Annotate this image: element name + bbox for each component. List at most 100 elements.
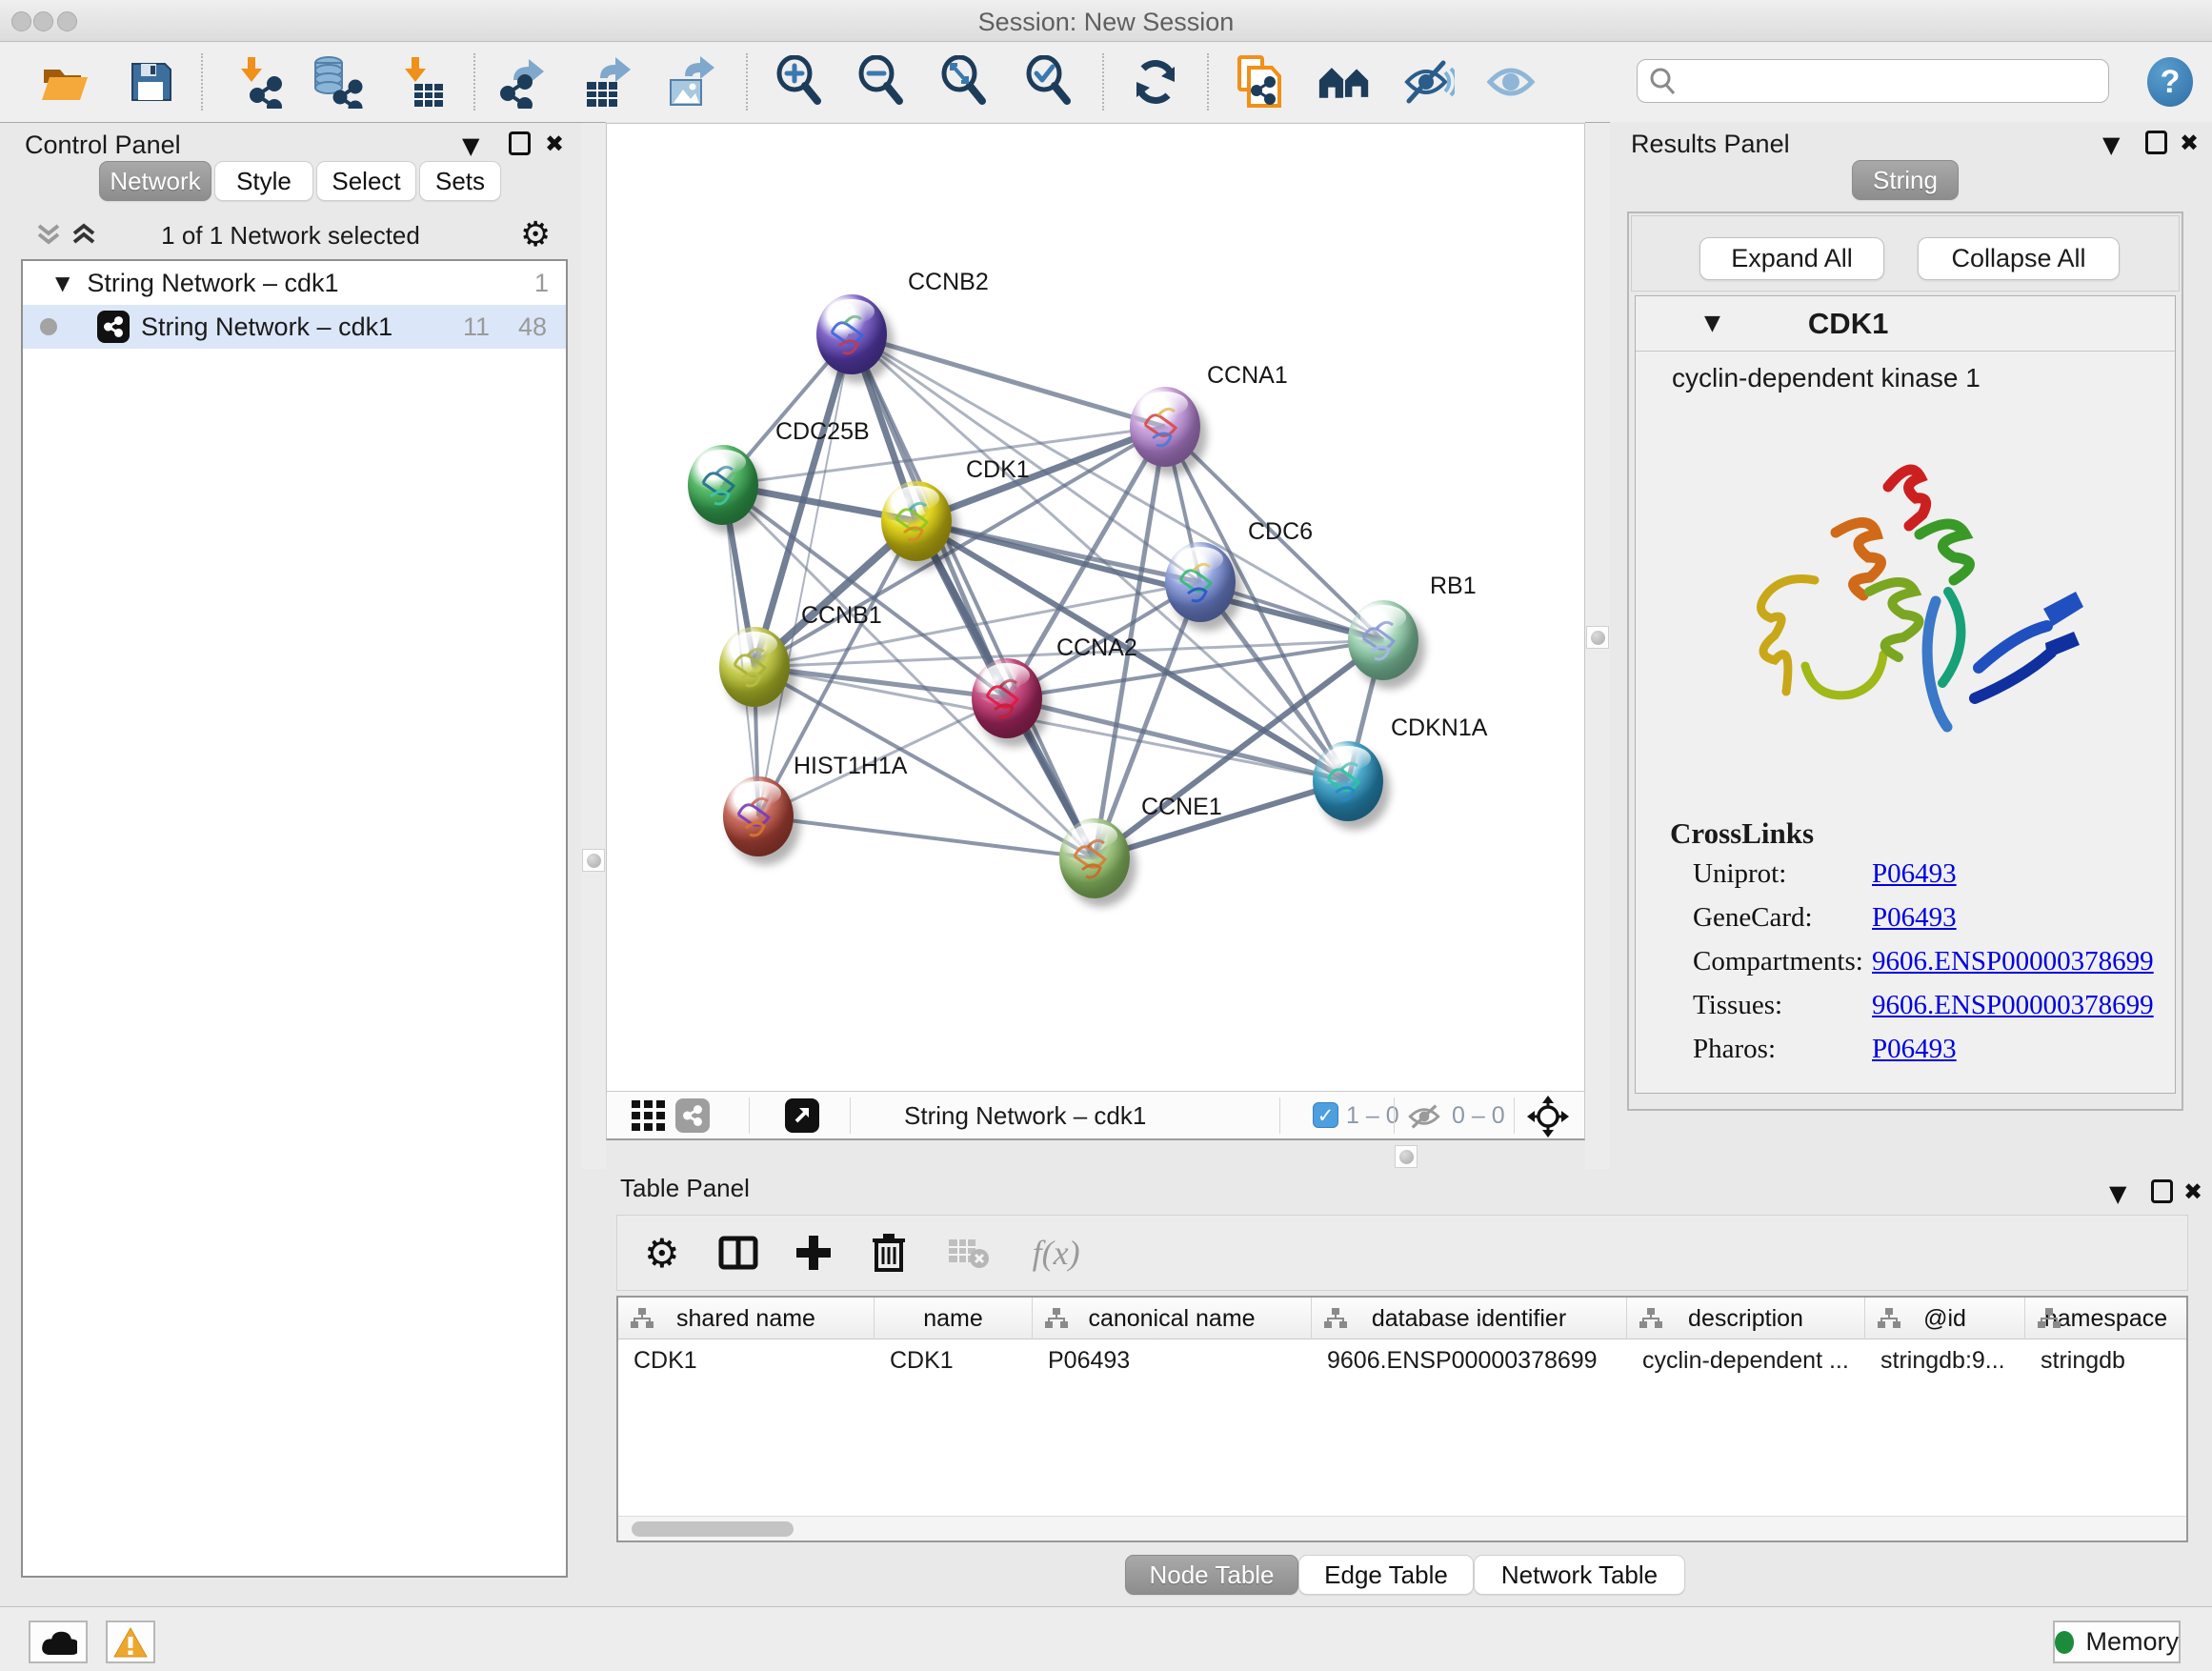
tab-string[interactable]: String (1852, 160, 1959, 200)
network-node-CDK1[interactable] (881, 481, 952, 561)
network-node-HIST1H1A[interactable] (723, 776, 794, 856)
column-header-namespace[interactable]: namespace (2025, 1298, 2186, 1339)
network-edge-count: 48 (518, 312, 547, 342)
search-field[interactable] (1637, 59, 2109, 103)
search-input[interactable] (1678, 68, 2087, 94)
hide-selected-button[interactable] (1401, 55, 1455, 109)
open-session-button[interactable] (38, 55, 91, 109)
right-splitter[interactable] (1585, 123, 1610, 1169)
delete-table-icon[interactable] (947, 1236, 991, 1270)
left-splitter[interactable] (581, 123, 606, 1169)
network-node-CCNB2[interactable] (816, 294, 887, 374)
scrollbar-thumb[interactable] (632, 1521, 794, 1537)
control-panel-close-icon[interactable]: ✖ (545, 131, 564, 157)
table-panel-menu-icon[interactable]: ▼ (2109, 1180, 2126, 1207)
column-header-description[interactable]: description (1627, 1298, 1865, 1339)
zoom-in-button[interactable] (774, 55, 827, 109)
control-panel-menu-icon[interactable]: ▼ (462, 132, 479, 159)
network-node-CDKN1A[interactable] (1313, 741, 1383, 821)
column-header-canonical-name[interactable]: canonical name (1033, 1298, 1312, 1339)
crosslink-link[interactable]: P06493 (1872, 1034, 1957, 1065)
add-column-icon[interactable] (794, 1234, 833, 1272)
first-neighbors-button[interactable] (1317, 55, 1371, 109)
clone-network-button[interactable] (1233, 55, 1286, 109)
table-row[interactable]: CDK1 CDK1 P06493 9606.ENSP00000378699 cy… (618, 1339, 2186, 1381)
crosslink-link[interactable]: P06493 (1872, 858, 1957, 890)
cell-id[interactable]: stringdb:9... (1865, 1339, 2025, 1381)
results-panel-menu-icon[interactable]: ▼ (2102, 131, 2120, 158)
network-node-CDC6[interactable] (1165, 542, 1236, 622)
network-share-view-icon[interactable] (675, 1098, 710, 1133)
results-panel-float-icon[interactable] (2145, 131, 2167, 154)
table-panel-float-icon[interactable] (2151, 1179, 2173, 1203)
tab-select[interactable]: Select (316, 161, 416, 201)
column-header-shared-name[interactable]: shared name (618, 1298, 875, 1339)
collapse-section-icon[interactable]: ▼ (1704, 312, 1720, 335)
right-splitter-handle[interactable] (1586, 626, 1609, 649)
node-details-header[interactable]: ▼ CDK1 (1636, 296, 2175, 352)
show-columns-icon[interactable] (718, 1233, 758, 1273)
export-image-button[interactable] (665, 55, 718, 109)
collection-expand-icon[interactable]: ▼ (55, 272, 70, 294)
network-options-gear-icon[interactable]: ⚙ (520, 215, 551, 254)
crosslink-link[interactable]: 9606.ENSP00000378699 (1872, 990, 2154, 1021)
zoom-out-button[interactable] (855, 55, 909, 109)
network-collection-row[interactable]: ▼ String Network – cdk1 1 (23, 261, 566, 305)
tab-network[interactable]: Network (99, 161, 211, 201)
memory-status-button[interactable]: Memory (2053, 1621, 2181, 1663)
zoom-fit-button[interactable] (938, 55, 992, 109)
collapse-all-button[interactable]: Collapse All (1918, 237, 2120, 280)
import-network-file-button[interactable] (231, 55, 285, 109)
help-button[interactable]: ? (2143, 55, 2197, 109)
import-table-file-button[interactable] (396, 55, 450, 109)
column-header-database-identifier[interactable]: database identifier (1312, 1298, 1627, 1339)
crosslink-link[interactable]: 9606.ENSP00000378699 (1872, 946, 2154, 977)
cloud-status-button[interactable] (29, 1621, 88, 1663)
cell-description[interactable]: cyclin-dependent ... (1627, 1339, 1865, 1381)
expand-all-button[interactable]: Expand All (1699, 237, 1884, 280)
export-network-button[interactable] (495, 55, 549, 109)
control-panel-float-icon[interactable] (509, 131, 531, 155)
tab-network-table[interactable]: Network Table (1474, 1555, 1685, 1595)
export-table-button[interactable] (580, 55, 633, 109)
import-network-database-button[interactable] (312, 55, 365, 109)
network-node-CCNA2[interactable] (972, 658, 1042, 738)
detach-view-icon[interactable] (785, 1098, 819, 1133)
horizontal-splitter-handle[interactable] (1395, 1145, 1418, 1168)
results-panel-close-icon[interactable]: ✖ (2180, 130, 2199, 156)
network-node-CCNB1[interactable] (719, 627, 790, 707)
warnings-button[interactable] (106, 1621, 155, 1663)
left-splitter-handle[interactable] (582, 849, 605, 872)
table-horizontal-scrollbar[interactable] (618, 1516, 2186, 1540)
cell-namespace[interactable]: stringdb (2025, 1339, 2186, 1381)
cell-shared-name[interactable]: CDK1 (618, 1339, 875, 1381)
cell-name[interactable]: CDK1 (875, 1339, 1033, 1381)
crosslink-link[interactable]: P06493 (1872, 902, 1957, 934)
network-node-CCNA1[interactable] (1130, 387, 1200, 467)
show-all-button[interactable] (1484, 55, 1538, 109)
column-header-name[interactable]: name (875, 1298, 1033, 1339)
column-header-id[interactable]: @id (1865, 1298, 2025, 1339)
delete-column-icon[interactable] (871, 1232, 907, 1274)
hidden-count-eye-icon[interactable] (1407, 1103, 1441, 1130)
network-canvas[interactable]: CCNB2CCNA1CDC25BCDK1CDC6RB1CCNB1CCNA2CDK… (606, 123, 1585, 1091)
cell-database-identifier[interactable]: 9606.ENSP00000378699 (1312, 1339, 1627, 1381)
tab-style[interactable]: Style (214, 161, 313, 201)
birdseye-navigator-icon[interactable] (1527, 1096, 1569, 1137)
network-node-CCNE1[interactable] (1059, 818, 1130, 898)
grid-view-icon[interactable] (632, 1100, 666, 1133)
zoom-selected-button[interactable] (1023, 55, 1076, 109)
table-settings-gear-icon[interactable]: ⚙ (644, 1230, 680, 1277)
refresh-view-button[interactable] (1129, 55, 1182, 109)
selected-count-checkbox[interactable]: ✓ (1313, 1102, 1338, 1128)
cell-canonical-name[interactable]: P06493 (1033, 1339, 1312, 1381)
table-panel-close-icon[interactable]: ✖ (2183, 1178, 2202, 1205)
network-node-RB1[interactable] (1348, 600, 1418, 680)
tab-node-table[interactable]: Node Table (1125, 1555, 1298, 1595)
function-builder-icon[interactable]: f(x) (1033, 1233, 1080, 1273)
tab-sets[interactable]: Sets (419, 161, 501, 201)
network-node-CDC25B[interactable] (688, 445, 758, 525)
save-session-button[interactable] (124, 55, 177, 109)
tab-edge-table[interactable]: Edge Table (1298, 1555, 1474, 1595)
network-row[interactable]: String Network – cdk1 11 48 (23, 305, 566, 349)
